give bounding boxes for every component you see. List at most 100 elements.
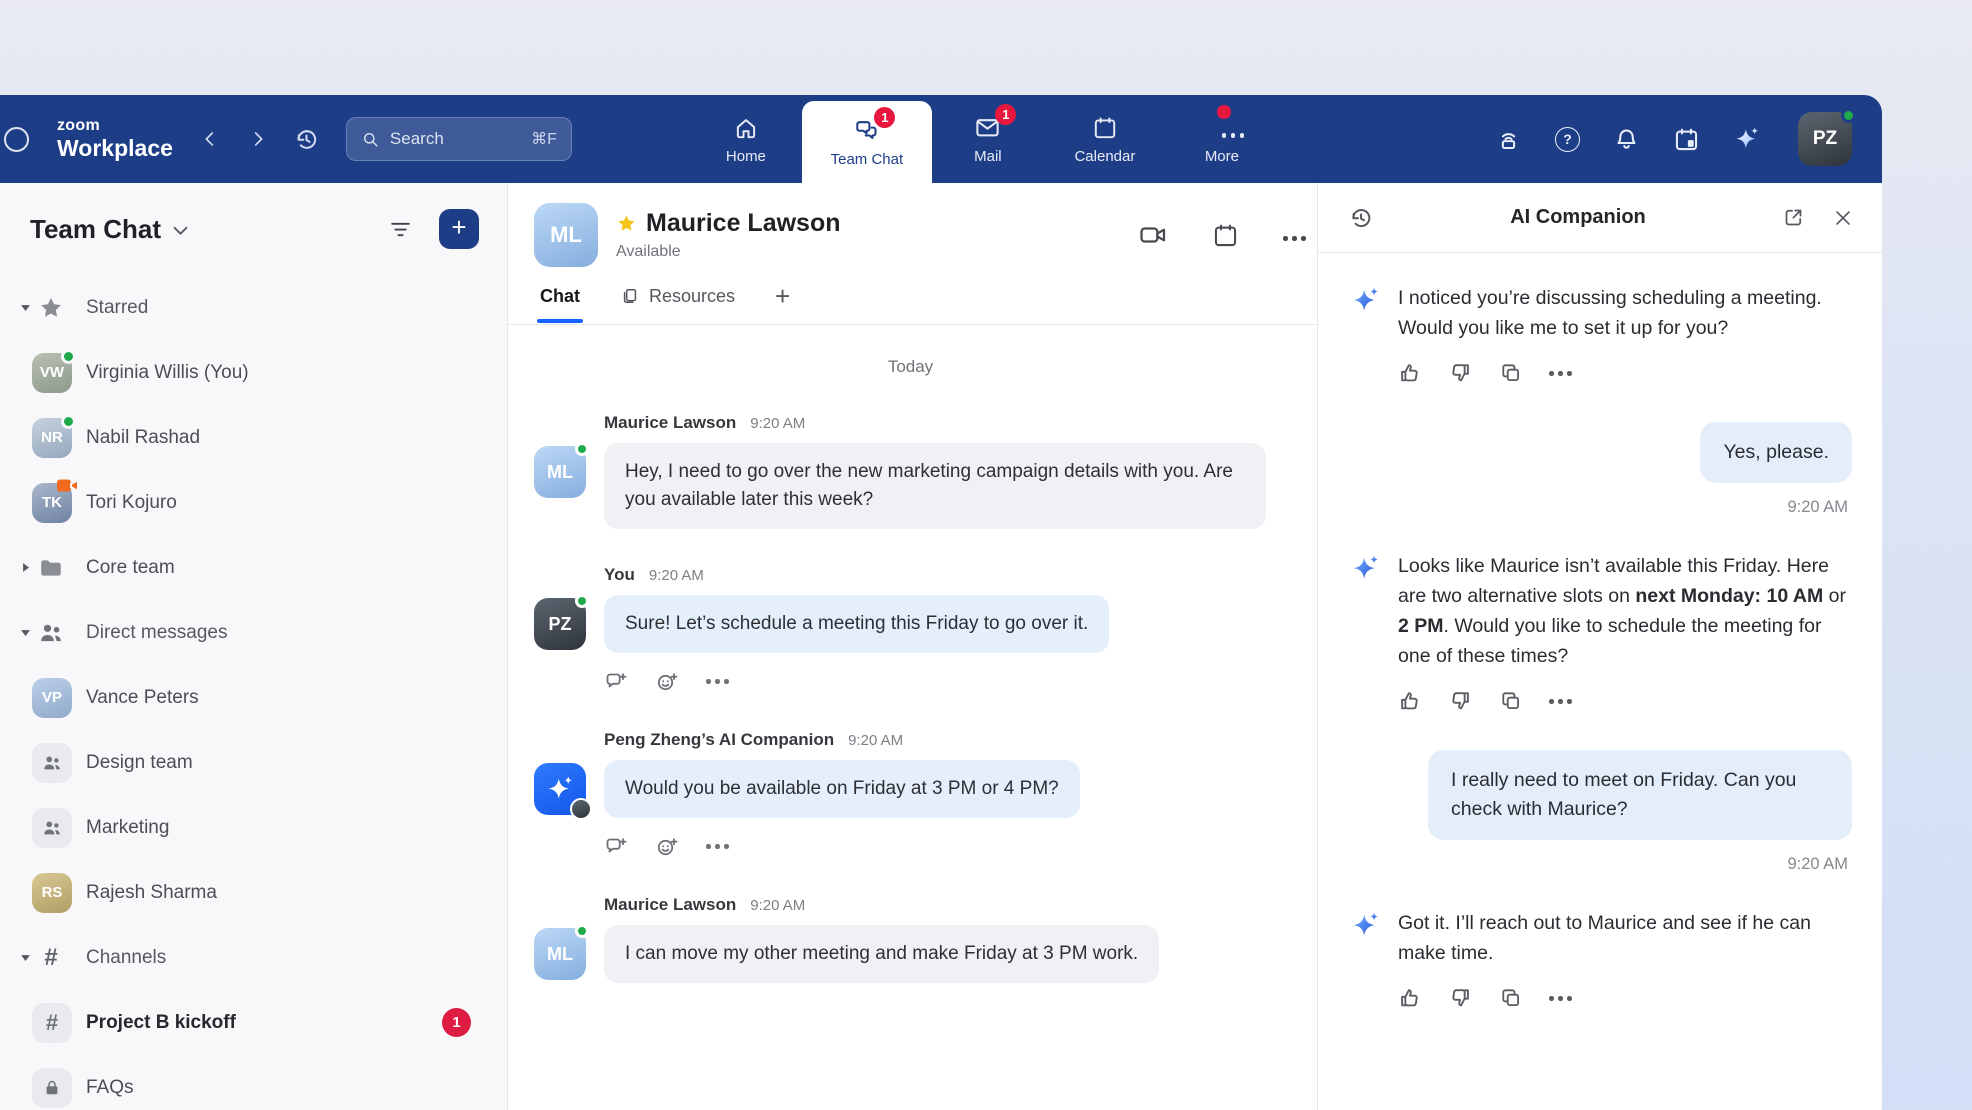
sidebar-item-virginia-willis[interactable]: VW Virginia Willis (You) (0, 340, 507, 405)
avatar-initials: VP (42, 689, 62, 706)
help-icon[interactable]: ? (1555, 127, 1580, 152)
forward-button[interactable] (247, 128, 269, 150)
reply-in-thread-icon[interactable] (604, 835, 628, 859)
tab-resources[interactable]: Resources (620, 286, 735, 307)
back-button[interactable] (199, 128, 221, 150)
chevron-expanded-icon[interactable] (20, 627, 31, 638)
sidebar-section-channels[interactable]: # Channels (0, 925, 507, 990)
schedule-meeting-icon[interactable] (1212, 222, 1239, 249)
unread-badge: 1 (442, 1008, 471, 1037)
sidebar-item-marketing[interactable]: Marketing (0, 795, 507, 860)
sidebar-item-design-team[interactable]: Design team (0, 730, 507, 795)
message-bubble[interactable]: Would you be available on Friday at 3 PM… (604, 760, 1080, 818)
contact-name: Vance Peters (86, 687, 199, 709)
folder-name: Core team (86, 557, 175, 579)
thumbs-up-icon[interactable] (1397, 361, 1422, 386)
contact-name: Nabil Rashad (86, 427, 200, 449)
message-you-1: PZ You 9:20 AM Sure! Let’s schedule a me… (534, 565, 1287, 694)
calendar-icon (1092, 115, 1118, 141)
ai-companion-avatar[interactable] (534, 763, 586, 815)
avatar-initials: ML (547, 462, 573, 483)
add-tab-button[interactable]: + (775, 283, 790, 309)
search-placeholder: Search (390, 129, 444, 149)
chat-header: ML Maurice Lawson Available (508, 183, 1317, 325)
main-nav-tabs: Home 1 Team Chat (690, 95, 1278, 183)
sidebar-section-starred[interactable]: Starred (0, 275, 507, 340)
video-call-icon[interactable] (1138, 220, 1168, 250)
ai-conversation[interactable]: I noticed you’re discussing scheduling a… (1318, 253, 1882, 1110)
add-reaction-icon[interactable] (655, 670, 679, 694)
lock-icon (32, 1068, 72, 1108)
message-bubble[interactable]: Hey, I need to go over the new marketing… (604, 443, 1266, 529)
ai-sparkle-icon[interactable] (1733, 125, 1761, 153)
chat-main: ML Maurice Lawson Available (508, 183, 1317, 1110)
open-in-window-icon[interactable] (1782, 206, 1805, 229)
reply-in-thread-icon[interactable] (604, 670, 628, 694)
section-label: Direct messages (86, 622, 228, 644)
sidebar-item-vance-peters[interactable]: VP Vance Peters (0, 665, 507, 730)
message-bubble[interactable]: I can move my other meeting and make Fri… (604, 925, 1159, 983)
schedule-icon[interactable] (1673, 126, 1700, 153)
tab-mail[interactable]: 1 Mail (932, 95, 1044, 183)
copy-icon[interactable] (1499, 689, 1523, 714)
tab-more[interactable]: More (1166, 95, 1278, 183)
starred-icon[interactable] (616, 213, 637, 234)
message-time: 9:20 AM (750, 897, 805, 914)
user-bubble[interactable]: I really need to meet on Friday. Can you… (1428, 750, 1852, 840)
logo-line2: Workplace (57, 137, 173, 160)
tab-calendar[interactable]: Calendar (1044, 95, 1166, 183)
message-author: Peng Zheng’s AI Companion (604, 730, 834, 750)
tab-label: Resources (649, 286, 735, 307)
sidebar-item-faqs[interactable]: FAQs (0, 1055, 507, 1110)
thumbs-down-icon[interactable] (1448, 689, 1473, 714)
thumbs-up-icon[interactable] (1397, 689, 1422, 714)
thumbs-up-icon[interactable] (1397, 986, 1422, 1011)
sidebar-item-core-team[interactable]: Core team (0, 535, 507, 600)
avatar[interactable]: PZ (534, 598, 586, 650)
chevron-down-icon[interactable] (173, 226, 188, 236)
avatar[interactable]: ML (534, 446, 586, 498)
avatar-initials: TK (42, 494, 62, 511)
ai-message-text: Looks like Maurice isn’t available this … (1398, 551, 1852, 671)
message-time: 9:20 AM (848, 732, 903, 749)
tab-home[interactable]: Home (690, 95, 802, 183)
tab-chat[interactable]: Chat (540, 286, 580, 307)
thumbs-down-icon[interactable] (1448, 986, 1473, 1011)
add-reaction-icon[interactable] (655, 835, 679, 859)
group-name: Marketing (86, 817, 169, 839)
sidebar-item-tori-kojuro[interactable]: TK Tori Kojuro (0, 470, 507, 535)
avatar[interactable]: ML (534, 928, 586, 980)
presence-dot (575, 594, 589, 608)
message-list[interactable]: Today ML Maurice Lawson 9:20 AM Hey, I n… (508, 325, 1317, 1110)
tab-label: Mail (974, 148, 1002, 165)
sidebar-section-direct-messages[interactable]: Direct messages (0, 600, 507, 665)
close-icon[interactable] (1832, 207, 1854, 229)
copy-icon[interactable] (1499, 986, 1523, 1011)
thumbs-down-icon[interactable] (1448, 361, 1473, 386)
message-time: 9:20 AM (1787, 498, 1848, 517)
copy-icon[interactable] (1499, 361, 1523, 386)
resources-icon (620, 286, 640, 306)
tab-label: Calendar (1074, 148, 1135, 165)
user-bubble[interactable]: Yes, please. (1700, 422, 1852, 483)
search-input[interactable]: Search ⌘F (346, 117, 572, 161)
tab-team-chat[interactable]: 1 Team Chat (802, 101, 932, 183)
chevron-expanded-icon[interactable] (20, 302, 31, 313)
chevron-expanded-icon[interactable] (20, 952, 31, 963)
sidebar-item-project-b-kickoff[interactable]: # Project B kickoff 1 (0, 990, 507, 1055)
message-bubble[interactable]: Sure! Let’s schedule a meeting this Frid… (604, 595, 1109, 653)
chevron-collapsed-icon[interactable] (20, 562, 31, 573)
share-to-device-icon[interactable] (1495, 126, 1522, 153)
filter-icon[interactable] (388, 217, 413, 242)
sidebar-item-rajesh-sharma[interactable]: RS Rajesh Sharma (0, 860, 507, 925)
user-avatar[interactable]: PZ (1798, 112, 1852, 166)
new-chat-button[interactable]: + (439, 209, 479, 249)
history-icon[interactable] (293, 126, 320, 153)
message-maurice-2: ML Maurice Lawson 9:20 AM I can move my … (534, 895, 1287, 983)
notifications-icon[interactable] (1613, 126, 1640, 153)
avatar-initials: ML (550, 222, 582, 248)
group-name: Design team (86, 752, 193, 774)
chat-peer-avatar[interactable]: ML (534, 203, 598, 267)
history-icon[interactable] (1348, 205, 1374, 231)
sidebar-item-nabil-rashad[interactable]: NR Nabil Rashad (0, 405, 507, 470)
